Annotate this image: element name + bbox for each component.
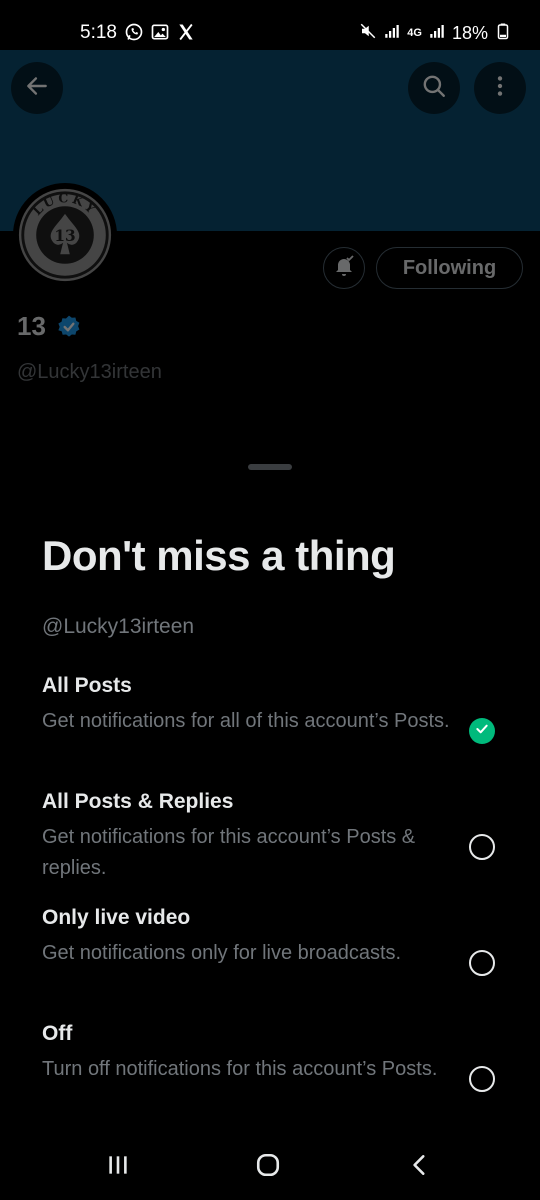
whatsapp-icon — [124, 22, 144, 47]
option-title: Off — [42, 1022, 73, 1045]
lucky-logo-icon: LUCKY 13 — [18, 188, 112, 282]
bell-check-icon — [332, 254, 356, 283]
more-vertical-icon — [487, 73, 513, 104]
profile-handle: @Lucky13irteen — [17, 361, 162, 383]
back-button[interactable] — [11, 62, 63, 114]
network-type: 4G — [407, 27, 422, 39]
check-icon — [474, 721, 490, 742]
sheet-title: Don't miss a thing — [42, 532, 396, 579]
display-name-text: 13 — [17, 311, 46, 341]
avatar-number: 13 — [54, 227, 75, 245]
status-left-icons — [124, 22, 196, 47]
option-all-posts-replies[interactable]: All Posts & Replies Get notifications fo… — [42, 790, 502, 884]
sheet-drag-handle[interactable] — [248, 464, 292, 470]
verified-badge-icon — [56, 314, 82, 340]
battery-icon — [494, 22, 512, 45]
radio-all-posts[interactable] — [469, 718, 495, 744]
notification-sheet: Don't miss a thing @Lucky13irteen All Po… — [0, 448, 540, 1200]
option-all-posts[interactable]: All Posts Get notifications for all of t… — [42, 674, 502, 737]
mute-icon — [359, 22, 377, 45]
x-logo-icon — [176, 22, 196, 47]
option-title: All Posts & Replies — [42, 790, 234, 813]
gallery-icon — [150, 22, 170, 47]
recents-button[interactable] — [103, 1152, 133, 1182]
search-button[interactable] — [408, 62, 460, 114]
option-off[interactable]: Off Turn off notifications for this acco… — [42, 1022, 502, 1085]
status-right: 4G 18% — [359, 22, 512, 45]
recents-icon — [105, 1152, 131, 1183]
option-description: Get notifications only for live broadcas… — [42, 942, 402, 964]
signal-icon-2 — [428, 22, 446, 45]
radio-off[interactable] — [469, 1066, 495, 1092]
radio-only-live-video[interactable] — [469, 950, 495, 976]
more-button[interactable] — [474, 62, 526, 114]
back-chevron-icon — [407, 1152, 433, 1183]
following-button[interactable]: Following — [376, 247, 523, 289]
radio-all-posts-replies[interactable] — [469, 834, 495, 860]
back-nav-button[interactable] — [405, 1152, 435, 1182]
notifications-button[interactable] — [323, 247, 365, 289]
option-title: All Posts — [42, 674, 132, 697]
display-name: 13 — [17, 311, 82, 342]
sheet-handle: @Lucky13irteen — [42, 615, 195, 638]
system-nav-bar — [0, 1130, 540, 1200]
status-bar: 5:18 4G 18% — [0, 0, 540, 50]
option-only-live-video[interactable]: Only live video Get notifications only f… — [42, 906, 502, 969]
home-icon — [255, 1152, 281, 1183]
search-icon — [421, 73, 447, 104]
avatar[interactable]: LUCKY 13 — [13, 183, 117, 287]
battery-text: 18% — [451, 23, 488, 43]
option-description: Get notifications for this account’s Pos… — [42, 826, 416, 879]
option-description: Get notifications for all of this accoun… — [42, 710, 450, 732]
signal-icon — [383, 22, 401, 45]
status-time: 5:18 — [80, 22, 117, 43]
home-button[interactable] — [253, 1152, 283, 1182]
option-description: Turn off notifications for this account’… — [42, 1058, 438, 1080]
arrow-left-icon — [24, 73, 50, 104]
option-title: Only live video — [42, 906, 191, 929]
